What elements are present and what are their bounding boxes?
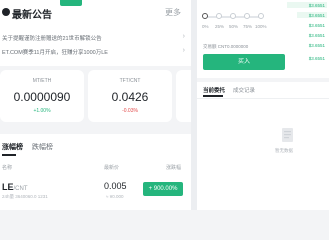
tab-open-orders[interactable]: 当前委托 [203,86,225,94]
ticker-price: 0.0426 [111,90,149,104]
orderbook-price[interactable]: $3.6551 [295,23,325,28]
ticker-pair: TFT/CNT [119,78,141,84]
slider-label: 0% [202,24,209,29]
column-header-price: 最新价 [104,165,120,171]
orderbook-price[interactable]: $3.6551 [295,33,325,38]
empty-state-text: 暂无数据 [275,148,293,153]
slider-step[interactable] [230,13,236,19]
more-link[interactable]: 更多 [165,7,181,18]
news-item-1[interactable]: 关于提醒谨防注册赠送的21世币解锁公告 [2,34,102,42]
trade-panel: 0% 25% 50% 75% 100% $3.6551 $3.6551 $3.6… [197,0,329,210]
coin-volume: 24h量 3640060.0 1231 [2,194,48,199]
column-header-name: 名称 [2,165,13,171]
brand-strip [60,0,82,6]
tab-divider [197,98,329,99]
slider-knob[interactable] [202,13,208,19]
ticker-card[interactable]: TFT/CNT 0.0426 -0.03% [88,70,172,122]
coin-price: 0.005 [104,181,127,191]
ticker-change: -0.03% [122,108,138,114]
chevron-right-icon: › [182,33,185,40]
slider-step[interactable] [216,13,222,19]
buy-button[interactable]: 买入 [203,54,285,70]
slider-step[interactable] [244,13,250,19]
announcement-header: 最新公告 更多 [0,0,191,26]
ranking-section: 涨幅榜 跌幅榜 名称 最新价 涨跌幅 LE/CNT 24h量 3640060.0… [0,134,191,210]
slider-label: 100% [255,24,267,29]
coin-symbol[interactable]: LE/CNT [2,182,28,192]
ticker-price: 0.0000090 [13,90,71,104]
slider-label: 50% [229,24,239,29]
chevron-right-icon: › [182,47,185,54]
tab-trade-history[interactable]: 成交记录 [233,86,255,94]
news-item-2[interactable]: ET.COM赛季11月开启，狂赚分享1000万LE [2,48,108,56]
ticker-cards: MT/ETH 0.0000090 +1.00% TFT/CNT 0.0426 -… [0,70,191,128]
orderbook-price[interactable]: $3.6551 [295,56,325,61]
column-header-change: 涨跌幅 [166,165,182,171]
ticker-card[interactable]: MT/ETH 0.0000090 +1.00% [0,70,84,122]
change-badge[interactable]: + 900.00% [143,182,183,196]
ticker-card-partial[interactable] [176,70,191,122]
coin-quote: /CNT [13,186,28,192]
coin-price-cny: ≈ ¥0.000 [106,194,124,199]
section-separator [197,78,329,82]
news-list: 关于提醒谨防注册赠送的21世币解锁公告 › ET.COM赛季11月开启，狂赚分享… [0,26,191,66]
announcement-icon [2,8,10,16]
tab-gainers[interactable]: 涨幅榜 [2,142,23,152]
ticker-pair: MT/ETH [32,78,52,84]
slider-label: 75% [243,24,253,29]
tab-indicator [2,154,16,156]
empty-document-icon [282,128,293,142]
slider-label: 25% [215,24,225,29]
tab-losers[interactable]: 跌幅榜 [32,142,53,152]
ticker-change: +1.00% [33,108,51,114]
trade-amount-text: 交易额 CNT0.0000000 [203,44,249,49]
coin-name: LE [2,182,14,192]
slider-step[interactable] [258,13,264,19]
orderbook-price[interactable]: $3.6551 [295,13,325,18]
left-panel: 最新公告 更多 关于提醒谨防注册赠送的21世币解锁公告 › ET.COM赛季11… [0,0,191,210]
orderbook-price[interactable]: $3.6551 [295,43,325,48]
orderbook-price[interactable]: $3.6551 [295,3,325,8]
announcement-title: 最新公告 [12,10,52,21]
tab-indicator [203,95,223,97]
